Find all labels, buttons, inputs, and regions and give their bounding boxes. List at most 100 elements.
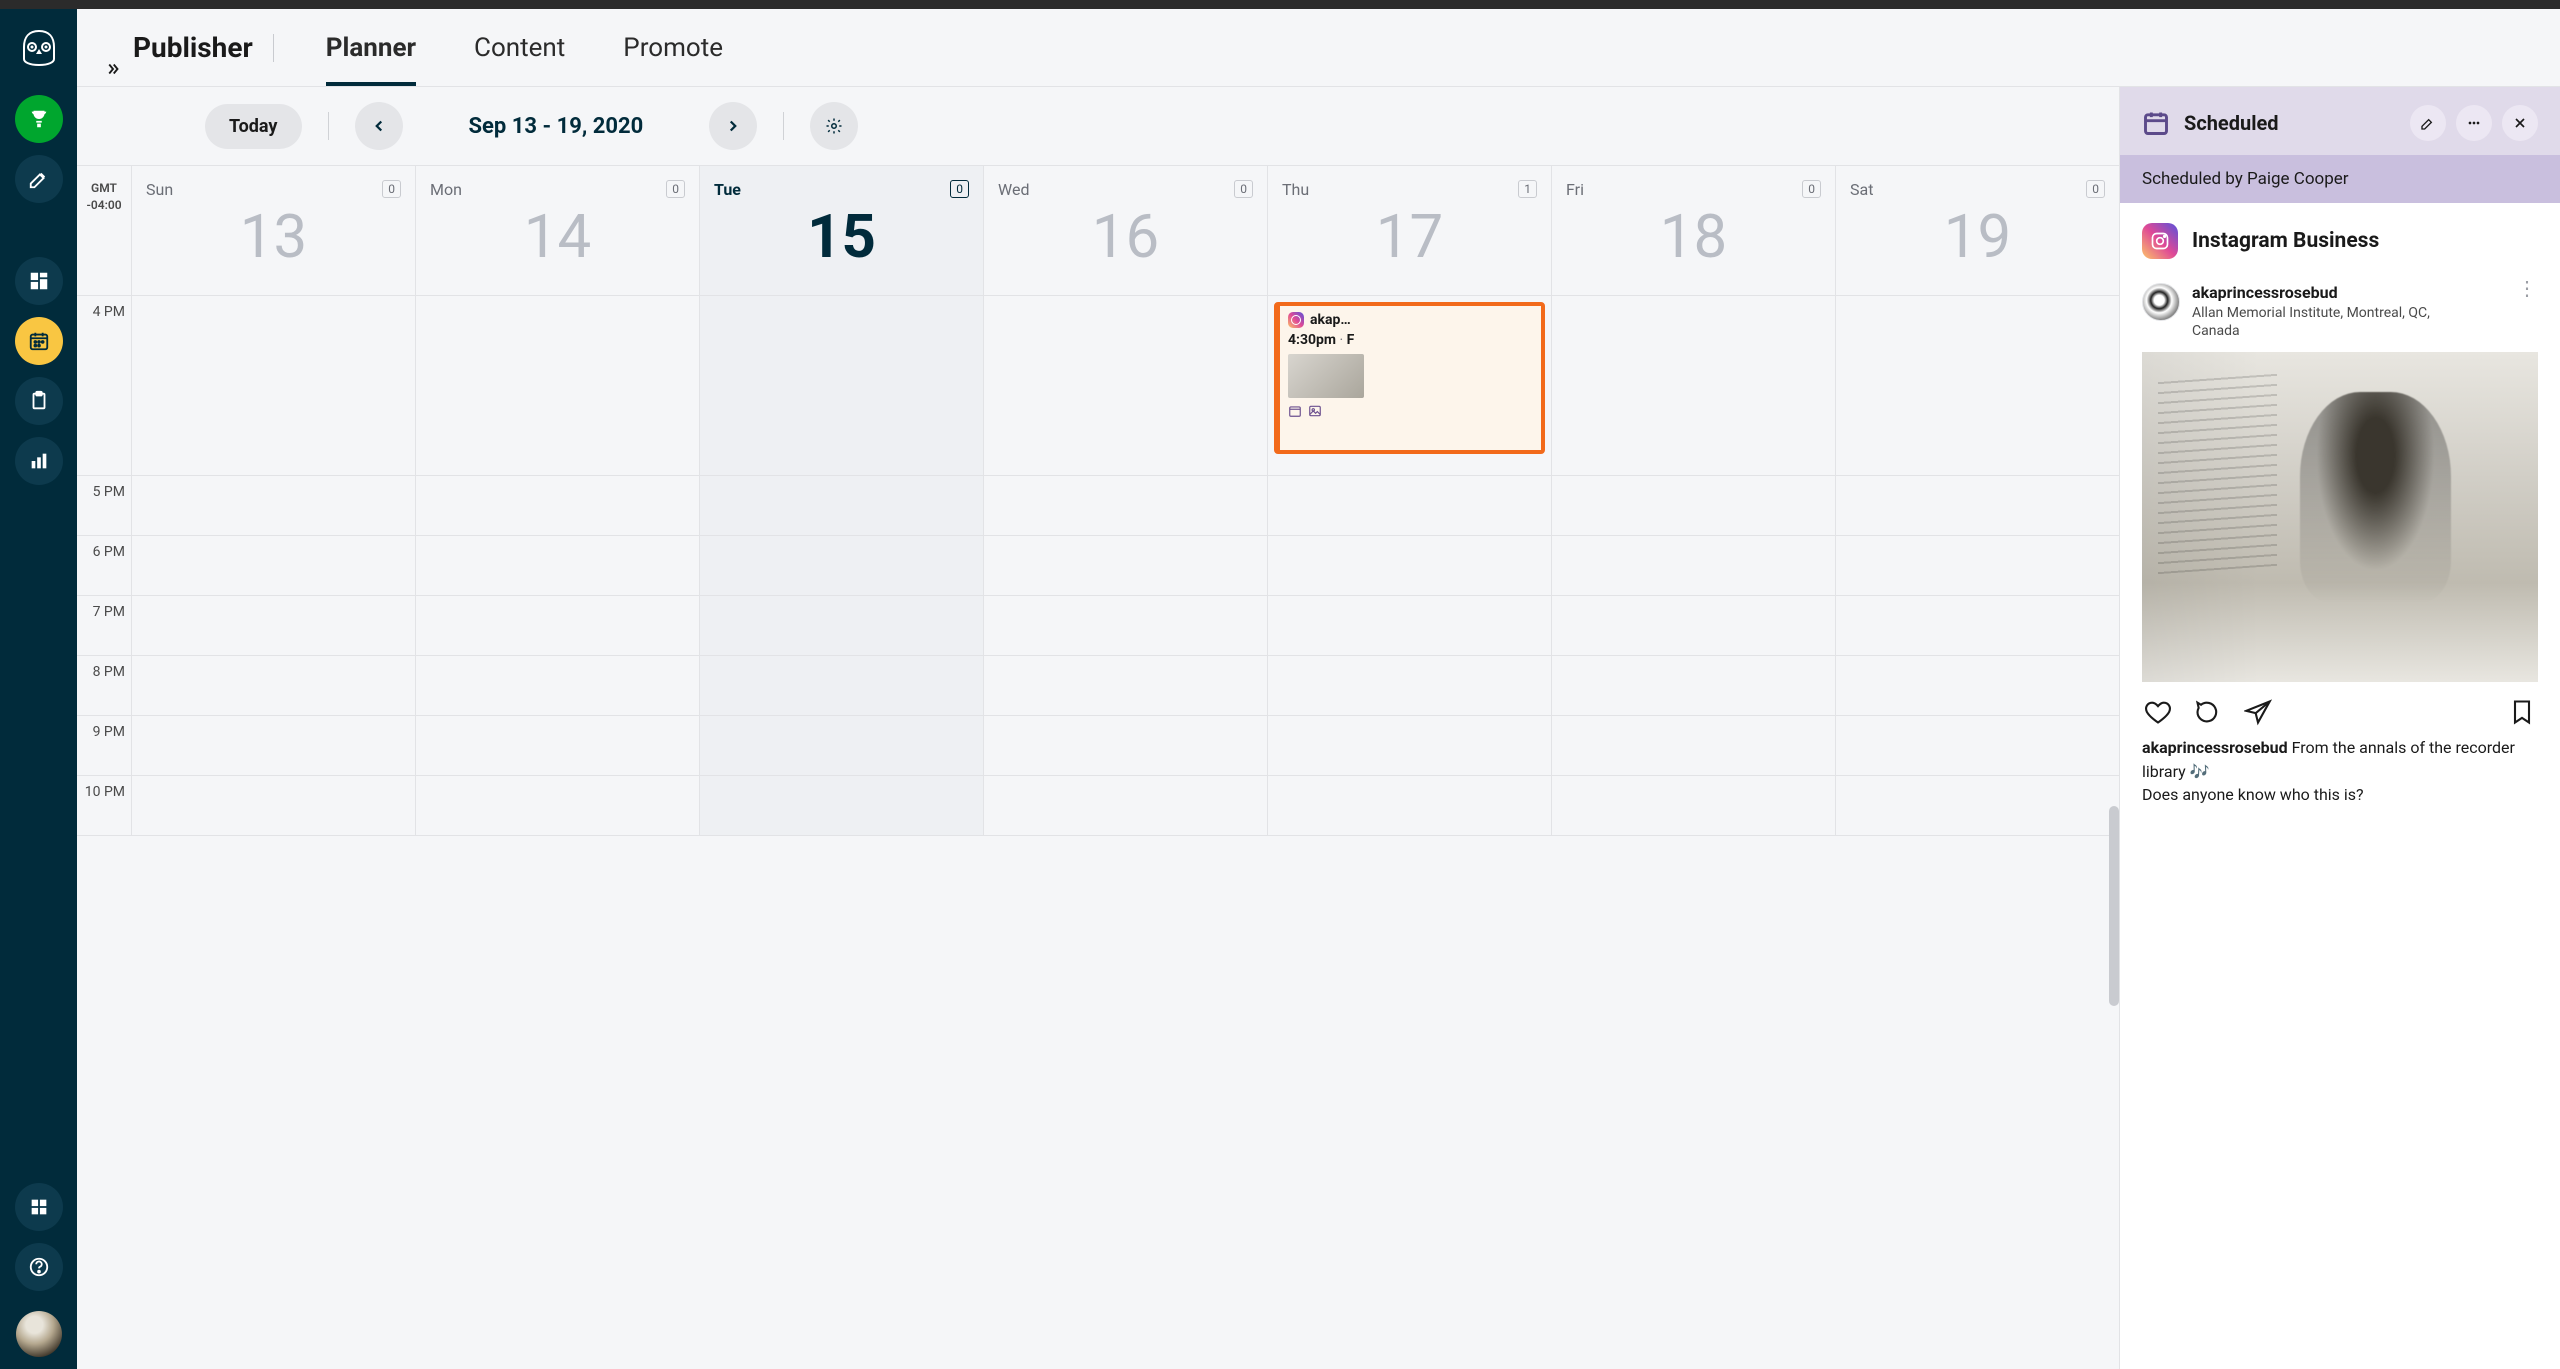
settings-button[interactable] <box>810 102 858 150</box>
next-week-button[interactable] <box>709 102 757 150</box>
scheduled-event-card[interactable]: akap… 4:30pm · F <box>1274 302 1545 454</box>
hour-cell[interactable] <box>1552 656 1836 715</box>
hour-label: 8 PM <box>77 656 132 715</box>
hour-cell[interactable] <box>700 656 984 715</box>
apps-icon[interactable] <box>15 1183 63 1231</box>
hour-cell[interactable] <box>132 776 416 835</box>
trophy-icon[interactable] <box>15 95 63 143</box>
day-header-sun[interactable]: Sun0 13 <box>132 166 416 295</box>
hour-cell[interactable] <box>132 596 416 655</box>
user-avatar[interactable] <box>16 1311 62 1357</box>
hour-cell[interactable] <box>984 716 1268 775</box>
hour-cell[interactable] <box>1836 476 2119 535</box>
event-thumbnail <box>1288 354 1364 398</box>
hour-cell[interactable] <box>700 776 984 835</box>
like-icon[interactable] <box>2144 698 2172 726</box>
hour-cell[interactable] <box>1836 536 2119 595</box>
hour-cell[interactable] <box>1836 776 2119 835</box>
hour-cell[interactable] <box>1268 596 1552 655</box>
hour-cell[interactable] <box>1268 716 1552 775</box>
hour-cell[interactable] <box>132 296 416 475</box>
network-row: Instagram Business <box>2142 223 2538 259</box>
tz-name: GMT <box>77 180 131 197</box>
hour-cell[interactable] <box>1552 476 1836 535</box>
hour-cell[interactable] <box>416 596 700 655</box>
network-label: Instagram Business <box>2192 229 2379 253</box>
hour-label: 7 PM <box>77 596 132 655</box>
instagram-icon <box>1288 312 1304 328</box>
post-caption: akaprincessrosebud From the annals of th… <box>2142 736 2538 806</box>
panel-status: Scheduled <box>2184 111 2279 135</box>
hour-cell[interactable] <box>416 536 700 595</box>
edit-button[interactable] <box>2410 105 2446 141</box>
hour-cell[interactable] <box>984 536 1268 595</box>
hour-cell[interactable] <box>984 656 1268 715</box>
hour-cell[interactable] <box>1836 596 2119 655</box>
event-account: akap… <box>1310 312 1351 328</box>
hour-cell[interactable] <box>132 476 416 535</box>
day-header-mon[interactable]: Mon0 14 <box>416 166 700 295</box>
hour-cell[interactable] <box>132 716 416 775</box>
hour-cell[interactable] <box>1552 596 1836 655</box>
hour-cell[interactable] <box>1268 776 1552 835</box>
hour-cell[interactable] <box>416 656 700 715</box>
hour-cell[interactable] <box>132 656 416 715</box>
calendar: Today Sep 13 - 19, 2020 <box>77 87 2120 1369</box>
hour-cell[interactable] <box>1552 716 1836 775</box>
hour-cell[interactable] <box>416 296 700 475</box>
hour-cell[interactable] <box>700 296 984 475</box>
tab-promote[interactable]: Promote <box>623 9 723 86</box>
hour-cell[interactable] <box>1552 296 1836 475</box>
hour-cell[interactable] <box>1268 476 1552 535</box>
close-button[interactable] <box>2502 105 2538 141</box>
hour-cell[interactable] <box>1552 776 1836 835</box>
compose-icon[interactable] <box>15 155 63 203</box>
hour-cell[interactable] <box>700 476 984 535</box>
hour-cell[interactable] <box>984 296 1268 475</box>
day-header-wed[interactable]: Wed0 16 <box>984 166 1268 295</box>
post-avatar <box>2142 283 2180 321</box>
hour-cell[interactable] <box>1836 296 2119 475</box>
today-button[interactable]: Today <box>205 104 302 149</box>
day-header-fri[interactable]: Fri0 18 <box>1552 166 1836 295</box>
calendar-body[interactable]: 4 PM akap… 4:30pm · F <box>77 296 2119 1369</box>
hour-cell[interactable] <box>1268 536 1552 595</box>
prev-week-button[interactable] <box>355 102 403 150</box>
calendar-nav-icon[interactable] <box>15 317 63 365</box>
scrollbar[interactable] <box>2109 806 2119 1006</box>
tab-planner[interactable]: Planner <box>326 9 416 86</box>
hour-cell[interactable] <box>1268 656 1552 715</box>
share-icon[interactable] <box>2244 698 2272 726</box>
help-icon[interactable] <box>15 1243 63 1291</box>
hour-cell[interactable] <box>416 476 700 535</box>
hour-cell[interactable] <box>416 776 700 835</box>
day-header-sat[interactable]: Sat0 19 <box>1836 166 2119 295</box>
hour-cell[interactable] <box>984 476 1268 535</box>
tab-content[interactable]: Content <box>474 9 565 86</box>
comment-icon[interactable] <box>2194 698 2222 726</box>
day-header-thu[interactable]: Thu1 17 <box>1268 166 1552 295</box>
hour-cell[interactable] <box>1552 536 1836 595</box>
hour-cell[interactable] <box>700 716 984 775</box>
owl-logo-icon[interactable] <box>19 27 59 67</box>
day-header-tue[interactable]: Tue0 15 <box>700 166 984 295</box>
more-button[interactable] <box>2456 105 2492 141</box>
clipboard-icon[interactable] <box>15 377 63 425</box>
hour-cell[interactable] <box>984 776 1268 835</box>
app-header: Publisher Planner Content Promote <box>77 9 2560 87</box>
divider <box>328 112 329 140</box>
hour-cell[interactable] <box>416 716 700 775</box>
hour-cell[interactable] <box>984 596 1268 655</box>
analytics-icon[interactable] <box>15 437 63 485</box>
post-more-icon[interactable]: ⋮ <box>2517 283 2538 293</box>
hour-cell[interactable] <box>132 536 416 595</box>
bookmark-icon[interactable] <box>2508 698 2536 726</box>
streams-icon[interactable] <box>15 257 63 305</box>
hour-cell[interactable] <box>700 596 984 655</box>
hour-cell[interactable] <box>1836 656 2119 715</box>
hour-cell[interactable] <box>700 536 984 595</box>
caption-username: akaprincessrosebud <box>2142 738 2288 757</box>
hour-cell[interactable] <box>1836 716 2119 775</box>
hour-cell[interactable]: akap… 4:30pm · F <box>1268 296 1552 475</box>
expand-sidebar-icon[interactable] <box>99 55 127 83</box>
